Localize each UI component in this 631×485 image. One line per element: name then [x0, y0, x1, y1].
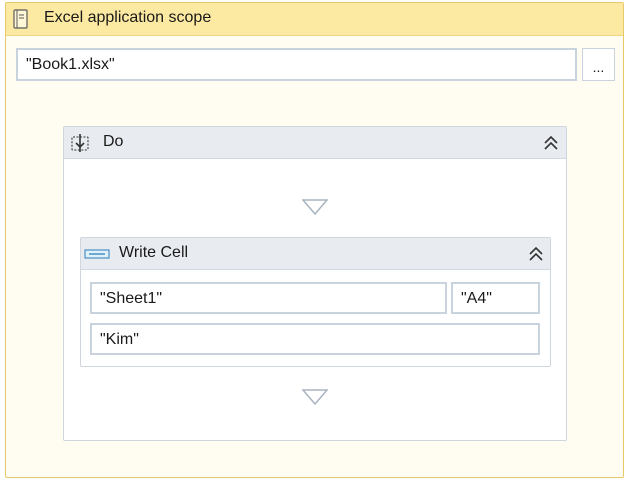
drop-target-arrow-icon[interactable] — [302, 199, 328, 215]
double-chevron-up-icon[interactable] — [528, 246, 544, 262]
excel-application-scope[interactable]: Excel application scope "Book1.xlsx" ...… — [5, 2, 624, 478]
scope-header[interactable]: Excel application scope — [6, 3, 623, 36]
double-chevron-up-icon[interactable] — [543, 135, 559, 151]
browse-button[interactable]: ... — [582, 48, 615, 81]
excel-book-icon — [13, 9, 28, 29]
sheet-name-input[interactable]: "Sheet1" — [90, 282, 447, 314]
drop-target-arrow-icon[interactable] — [302, 389, 328, 405]
write-cell-header[interactable]: Write Cell — [81, 238, 550, 270]
do-title: Do — [103, 133, 124, 150]
write-cell-activity[interactable]: Write Cell "Sheet1" "A4" "Kim" — [80, 237, 551, 367]
scope-title: Excel application scope — [44, 9, 212, 26]
value-input[interactable]: "Kim" — [90, 323, 540, 355]
do-header[interactable]: Do — [64, 127, 566, 159]
sequence-icon — [71, 134, 89, 152]
workbook-path-input[interactable]: "Book1.xlsx" — [16, 48, 577, 81]
write-cell-icon — [84, 249, 110, 259]
do-sequence[interactable]: Do Write Cell "Sheet1" "A4" "Kim" — [63, 126, 567, 441]
range-input[interactable]: "A4" — [451, 282, 540, 314]
write-cell-title: Write Cell — [119, 244, 189, 261]
